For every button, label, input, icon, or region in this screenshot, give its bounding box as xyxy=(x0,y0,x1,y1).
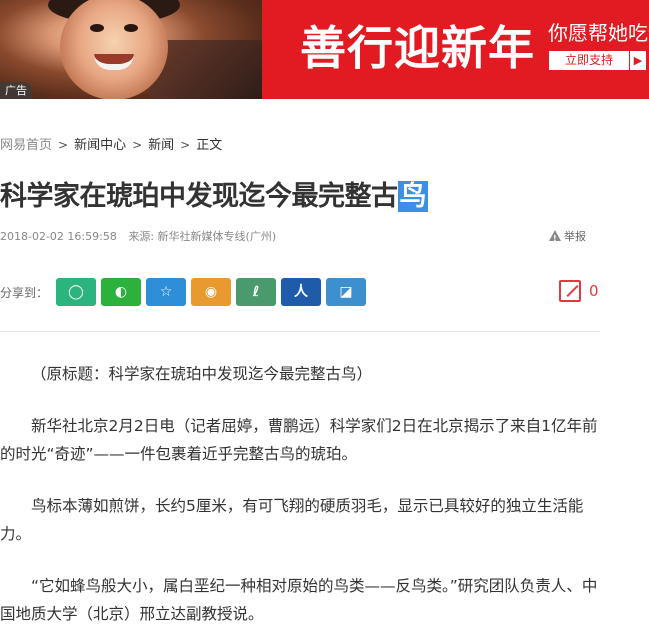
lofter-icon: ◪ xyxy=(339,284,353,300)
share-favorite-button[interactable]: ☆ xyxy=(146,278,186,306)
share-wechat-button[interactable]: ◐ xyxy=(101,278,141,306)
renren-icon: 人 xyxy=(294,284,308,300)
ad-title: 善行迎新年 xyxy=(300,21,535,75)
warning-icon xyxy=(549,230,561,247)
ad-arrow-icon[interactable]: ▶ xyxy=(630,51,646,70)
share-qzone-button[interactable]: ◯ xyxy=(56,278,96,306)
share-yixin-button[interactable]: ℓ xyxy=(236,278,276,306)
ad-support-button[interactable]: 立即支持 xyxy=(549,51,629,70)
article-paragraph: “它如蜂鸟般大小，属白垩纪一种相对原始的鸟类——反鸟类。”研究团队负责人、中国地… xyxy=(0,577,598,623)
breadcrumb: 网易首页 > 新闻中心 > 新闻 > 正文 xyxy=(0,136,222,155)
comment-count: 0 xyxy=(589,282,599,300)
share-lofter-button[interactable]: ◪ xyxy=(326,278,366,306)
edit-comment-icon xyxy=(559,280,581,302)
yixin-icon: ℓ xyxy=(252,284,260,300)
article-body: （原标题：科学家在琥珀中发现迄今最完整古鸟） 新华社北京2月2日电（记者屈婷，曹… xyxy=(0,360,604,637)
article-paragraph: 新华社北京2月2日电（记者屈婷，曹鹏远）科学家们2日在北京揭示了来自1亿年前的时… xyxy=(0,417,598,463)
qzone-icon: ◯ xyxy=(68,284,84,300)
article-meta: 2018-02-02 16:59:58 来源: 新华社新媒体专线(广州) xyxy=(0,229,276,245)
comment-button[interactable]: 0 xyxy=(559,279,599,305)
article-title-selection: 鸟 xyxy=(397,181,428,212)
weibo-icon: ◉ xyxy=(204,284,218,300)
ad-banner[interactable]: 广告 善行迎新年 你愿帮她吃饱 立即支持 ▶ xyxy=(0,0,649,99)
article-source: 来源: 新华社新媒体专线(广州) xyxy=(128,230,277,243)
report-label: 举报 xyxy=(564,230,586,243)
divider xyxy=(0,331,600,332)
article-title: 科学家在琥珀中发现迄今最完整古鸟 xyxy=(0,178,428,216)
article-paragraph: （原标题：科学家在琥珀中发现迄今最完整古鸟） xyxy=(31,365,373,383)
breadcrumb-news-center-link[interactable]: 新闻中心 xyxy=(74,138,126,153)
report-link[interactable]: 举报 xyxy=(549,229,586,247)
breadcrumb-separator-icon: > xyxy=(132,138,143,152)
article-paragraph: 鸟标本薄如煎饼，长约5厘米，有可飞翔的硬质羽毛，显示已具较好的独立生活能力。 xyxy=(0,497,584,543)
breadcrumb-home-link[interactable]: 网易首页 xyxy=(0,138,52,153)
ad-subtitle: 你愿帮她吃饱 xyxy=(548,21,649,45)
share-label: 分享到： xyxy=(0,286,49,300)
star-icon: ☆ xyxy=(159,284,173,300)
breadcrumb-current: 正文 xyxy=(196,138,223,153)
breadcrumb-separator-icon: > xyxy=(180,138,191,152)
breadcrumb-news-link[interactable]: 新闻 xyxy=(148,138,174,153)
wechat-icon: ◐ xyxy=(114,284,128,300)
share-renren-button[interactable]: 人 xyxy=(281,278,321,306)
ad-child-photo xyxy=(0,0,262,99)
breadcrumb-separator-icon: > xyxy=(58,138,69,152)
share-weibo-button[interactable]: ◉ xyxy=(191,278,231,306)
ad-tag: 广告 xyxy=(0,82,32,99)
publish-timestamp: 2018-02-02 16:59:58 xyxy=(0,230,117,243)
article-title-text: 科学家在琥珀中发现迄今最完整古 xyxy=(0,181,398,212)
